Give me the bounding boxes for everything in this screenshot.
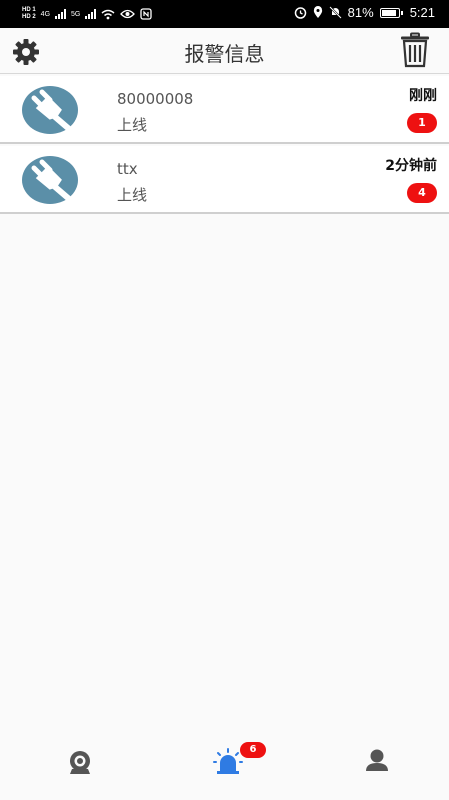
plug-icon bbox=[22, 86, 78, 134]
eye-icon bbox=[120, 9, 136, 19]
sim2-label: HD 2 bbox=[22, 14, 36, 20]
camera-icon bbox=[70, 751, 90, 774]
clock: 5:21 bbox=[409, 5, 435, 20]
plug-icon bbox=[22, 156, 78, 204]
alarm-count-badge: 6 bbox=[240, 742, 266, 758]
mute-bell-icon bbox=[328, 6, 342, 19]
unread-count-badge: 1 bbox=[407, 113, 437, 133]
signal-icon bbox=[55, 9, 67, 19]
alarm-clock-icon bbox=[294, 7, 306, 19]
tab-alarm[interactable]: 6 bbox=[203, 738, 266, 788]
app-header: 报警信息 bbox=[0, 28, 449, 74]
tab-camera[interactable] bbox=[55, 738, 105, 788]
network-type-1: 4G bbox=[40, 10, 51, 18]
sim1-label: HD 1 bbox=[22, 7, 36, 13]
alert-list: 80000008 上线 刚刚 1 ttx 上线 2分钟前 4 bbox=[0, 76, 449, 216]
alert-row[interactable]: 80000008 上线 刚刚 1 bbox=[0, 76, 449, 144]
status-left: HD 1 HD 2 4G 5G bbox=[22, 7, 153, 21]
location-icon bbox=[313, 6, 322, 18]
battery-icon bbox=[379, 7, 403, 18]
wifi-icon bbox=[101, 9, 115, 19]
trash-icon[interactable] bbox=[400, 32, 430, 68]
status-bar: HD 1 HD 2 4G 5G 81% 5:21 bbox=[0, 0, 449, 28]
alert-time: 刚刚 bbox=[409, 88, 437, 104]
nfc-icon bbox=[140, 8, 153, 20]
status-right: 81% 5:21 bbox=[294, 5, 435, 20]
network-type-2: 5G bbox=[71, 10, 81, 18]
tab-profile[interactable] bbox=[352, 738, 402, 788]
user-icon bbox=[366, 749, 388, 771]
sim-indicator: HD 1 HD 2 bbox=[22, 7, 36, 21]
alert-row[interactable]: ttx 上线 2分钟前 4 bbox=[0, 146, 449, 214]
unread-count-badge: 4 bbox=[407, 183, 437, 203]
bottom-nav: 6 bbox=[0, 738, 449, 788]
battery-percent: 81% bbox=[347, 5, 374, 20]
alert-time: 2分钟前 bbox=[385, 158, 437, 174]
device-status: 上线 bbox=[117, 116, 148, 134]
device-status: 上线 bbox=[117, 186, 148, 204]
device-name: ttx bbox=[117, 160, 138, 178]
signal-icon-2 bbox=[85, 9, 97, 19]
page-title: 报警信息 bbox=[184, 42, 265, 66]
device-name: 80000008 bbox=[117, 90, 194, 108]
